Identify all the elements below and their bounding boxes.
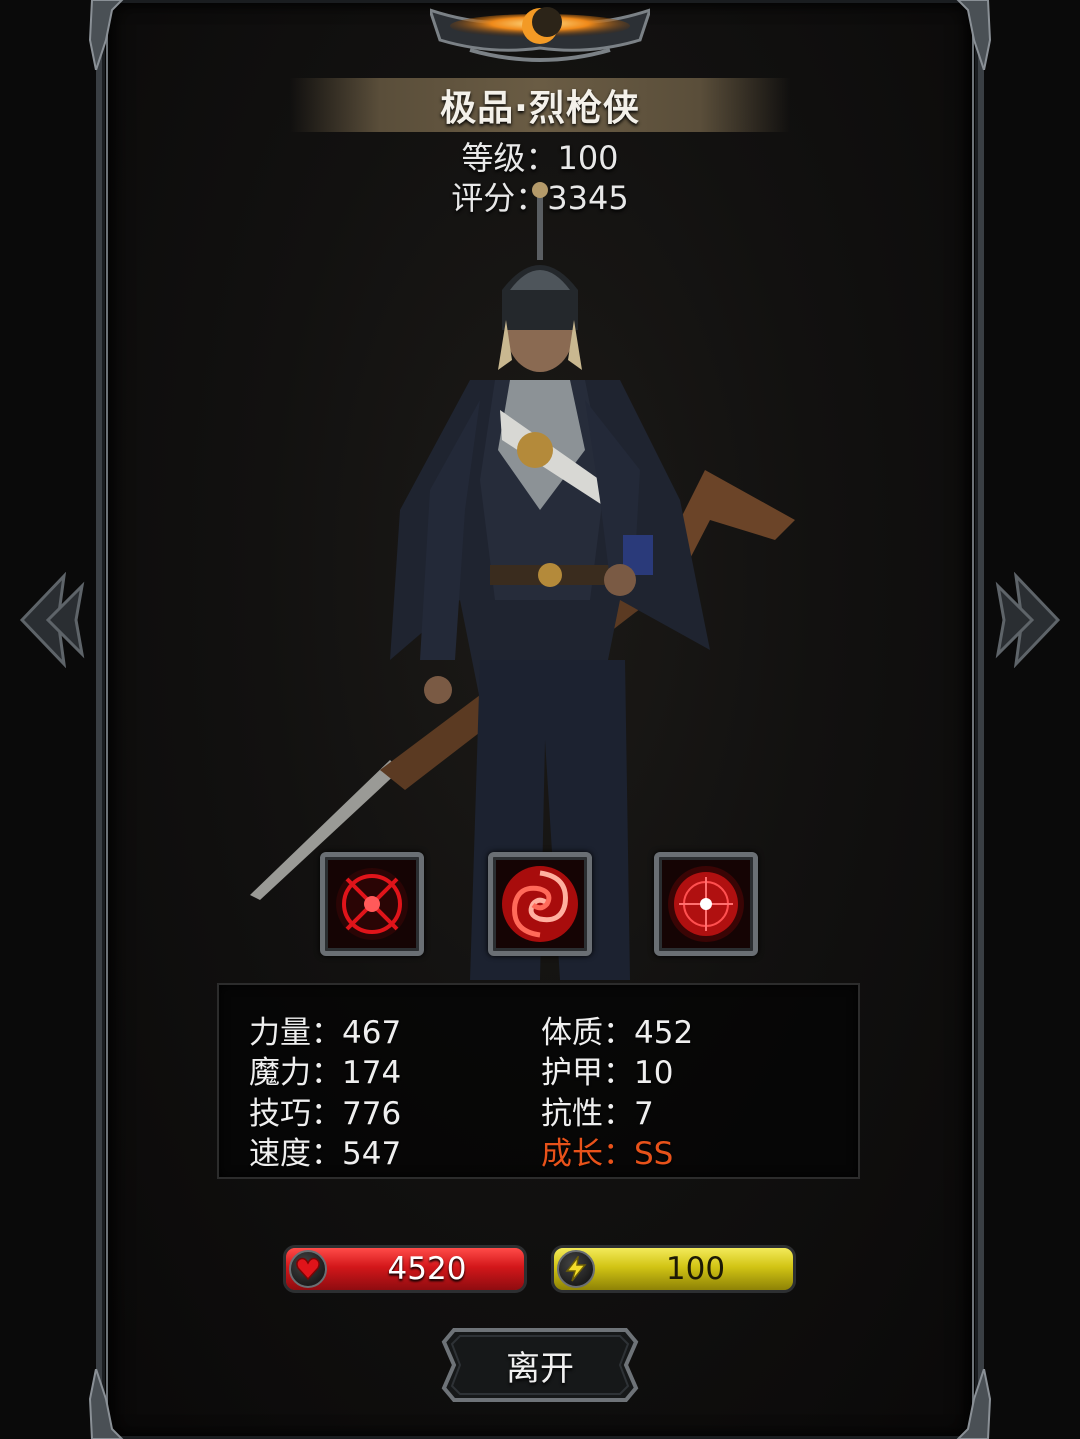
- skill-slot-2[interactable]: [488, 852, 592, 956]
- stat-speed: 速度：547: [249, 1136, 402, 1172]
- skill-slot-3[interactable]: [654, 852, 758, 956]
- stat-skill: 技巧：776: [249, 1096, 402, 1132]
- stat-magic: 魔力：174: [249, 1055, 402, 1091]
- leave-button-label: 离开: [506, 1348, 574, 1389]
- corner-ornament-bottom-right: [952, 1365, 998, 1439]
- skill-slots: [320, 852, 760, 958]
- stat-growth: 成长：SS: [541, 1136, 674, 1172]
- energy-orb: [557, 1250, 595, 1288]
- energy-bar: 100: [551, 1245, 796, 1293]
- stat-armor: 护甲：10: [541, 1055, 674, 1091]
- stat-resistance: 抗性：7: [541, 1096, 654, 1132]
- character-score: 评分：3345: [451, 179, 629, 217]
- skill-slot-1[interactable]: [320, 852, 424, 956]
- character-title-banner: 极品·烈枪侠: [290, 78, 790, 132]
- crosshair-ring-icon: [336, 868, 408, 940]
- next-character-arrow[interactable]: [994, 571, 1066, 669]
- hp-value: 4520: [387, 1251, 467, 1287]
- hp-orb: [289, 1250, 327, 1288]
- hp-bar: 4520: [283, 1245, 527, 1293]
- previous-character-arrow[interactable]: [14, 571, 86, 669]
- energy-value: 100: [665, 1251, 726, 1287]
- corner-ornament-top-left: [82, 0, 128, 74]
- character-name: 极品·烈枪侠: [440, 88, 640, 129]
- corner-ornament-top-right: [952, 0, 998, 74]
- stat-constitution: 体质：452: [541, 1015, 694, 1051]
- chevron-right-icon: [995, 571, 1061, 669]
- stat-strength: 力量：467: [249, 1015, 402, 1051]
- stats-panel: 力量：467 体质：452 魔力：174 护甲：10 技巧：776 抗性：7 速…: [217, 983, 860, 1179]
- moon-crest-ornament: [427, 0, 653, 70]
- target-orb-icon: [668, 866, 744, 942]
- heart-icon: [296, 1257, 320, 1281]
- swirl-vortex-icon: [502, 866, 578, 942]
- lightning-icon: [565, 1256, 587, 1282]
- leave-button[interactable]: 离开: [440, 1320, 640, 1410]
- chevron-left-icon: [19, 571, 85, 669]
- corner-ornament-bottom-left: [82, 1365, 128, 1439]
